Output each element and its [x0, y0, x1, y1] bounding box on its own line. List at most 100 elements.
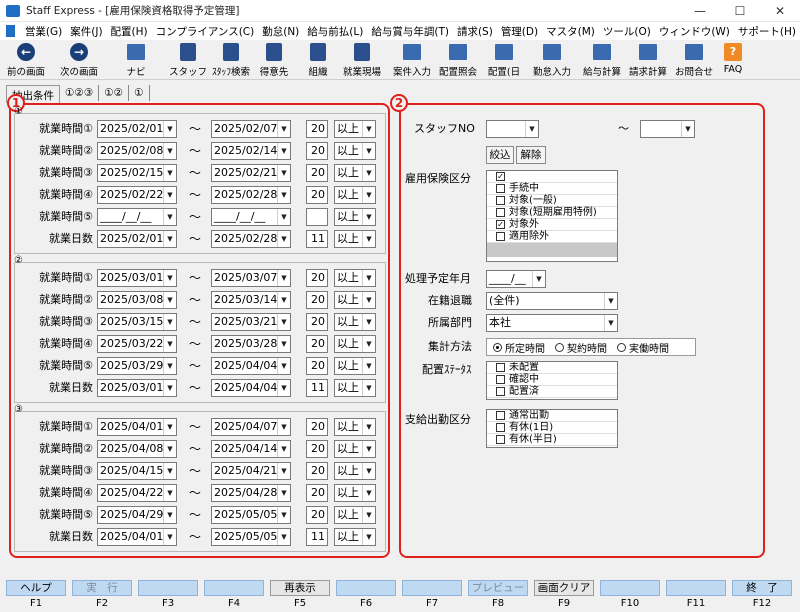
- function-key-f1[interactable]: ヘルプ: [6, 580, 66, 596]
- date-to-select[interactable]: 2025/02/28 ▼: [211, 230, 291, 248]
- date-to-select[interactable]: 2025/04/14 ▼: [211, 440, 291, 458]
- checkbox[interactable]: [496, 196, 505, 205]
- list-item[interactable]: 手続中: [487, 183, 617, 195]
- date-to-select[interactable]: 2025/03/21 ▼: [211, 313, 291, 331]
- threshold-input[interactable]: [306, 208, 328, 226]
- tab-12[interactable]: ①②: [99, 85, 130, 101]
- date-to-select[interactable]: 2025/04/07 ▼: [211, 418, 291, 436]
- date-to-select[interactable]: 2025/03/28 ▼: [211, 335, 291, 353]
- menu-haichi[interactable]: 配置(H): [107, 24, 152, 39]
- threshold-input[interactable]: 20: [306, 164, 328, 182]
- date-from-select[interactable]: 2025/04/01 ▼: [97, 528, 177, 546]
- function-key-f10[interactable]: [600, 580, 660, 596]
- payroll-button[interactable]: 給与計算: [580, 42, 624, 78]
- date-from-select[interactable]: 2025/02/08 ▼: [97, 142, 177, 160]
- date-from-select[interactable]: 2025/03/22 ▼: [97, 335, 177, 353]
- threshold-input[interactable]: 11: [306, 230, 328, 248]
- list-item[interactable]: 未配置: [487, 362, 617, 374]
- checkbox-checked[interactable]: ✓: [496, 172, 505, 181]
- date-to-select[interactable]: 2025/04/04 ▼: [211, 357, 291, 375]
- comparison-select[interactable]: 以上 ▼: [334, 186, 376, 204]
- date-to-select[interactable]: 2025/03/14 ▼: [211, 291, 291, 309]
- threshold-input[interactable]: 11: [306, 379, 328, 397]
- zaiseki-select[interactable]: (全件) ▼: [486, 292, 618, 310]
- tab-123[interactable]: ①②③: [60, 85, 100, 101]
- list-item[interactable]: 確認中: [487, 374, 617, 386]
- list-item[interactable]: ✓: [487, 171, 617, 183]
- contact-button[interactable]: お問合せ: [672, 42, 716, 78]
- menu-master[interactable]: マスタ(M): [542, 24, 599, 39]
- tab-1[interactable]: ①: [129, 85, 150, 101]
- billing-button[interactable]: 請求計算: [626, 42, 670, 78]
- function-key-f2[interactable]: 実 行: [72, 580, 132, 596]
- checkbox[interactable]: [496, 387, 505, 396]
- list-item[interactable]: 対象(一般): [487, 195, 617, 207]
- assign-button[interactable]: 配置(日: [484, 42, 524, 78]
- menu-anken[interactable]: 案件(J): [66, 24, 106, 39]
- date-to-select[interactable]: 2025/02/28 ▼: [211, 186, 291, 204]
- threshold-input[interactable]: 20: [306, 291, 328, 309]
- date-to-select[interactable]: 2025/02/14 ▼: [211, 142, 291, 160]
- date-to-select[interactable]: 2025/04/28 ▼: [211, 484, 291, 502]
- shori-select[interactable]: ____/__ ▼: [486, 270, 546, 288]
- menu-kanri[interactable]: 管理(D): [497, 24, 542, 39]
- threshold-input[interactable]: 20: [306, 313, 328, 331]
- list-item[interactable]: ✓ 対象外: [487, 219, 617, 231]
- comparison-select[interactable]: 以上 ▼: [334, 291, 376, 309]
- busho-select[interactable]: 本社 ▼: [486, 314, 618, 332]
- comparison-select[interactable]: 以上 ▼: [334, 335, 376, 353]
- comparison-select[interactable]: 以上 ▼: [334, 269, 376, 287]
- comparison-select[interactable]: 以上 ▼: [334, 440, 376, 458]
- checkbox[interactable]: [496, 184, 505, 193]
- staff-no-to-select[interactable]: ▼: [640, 120, 695, 138]
- menu-support[interactable]: サポート(H): [734, 24, 800, 39]
- date-from-select[interactable]: 2025/02/22 ▼: [97, 186, 177, 204]
- menu-compliance[interactable]: コンプライアンス(C): [152, 24, 259, 39]
- staff-search-button[interactable]: ｽﾀｯﾌ検索: [208, 42, 254, 78]
- function-key-f8[interactable]: プレビュー: [468, 580, 528, 596]
- function-key-f5[interactable]: 再表示: [270, 580, 330, 596]
- staff-button[interactable]: スタッフ: [169, 42, 207, 78]
- threshold-input[interactable]: 20: [306, 335, 328, 353]
- date-from-select[interactable]: 2025/04/22 ▼: [97, 484, 177, 502]
- list-item[interactable]: 配置済: [487, 386, 617, 398]
- comparison-select[interactable]: 以上 ▼: [334, 418, 376, 436]
- function-key-f7[interactable]: [402, 580, 462, 596]
- function-key-f6[interactable]: [336, 580, 396, 596]
- function-key-f9[interactable]: 画面クリア: [534, 580, 594, 596]
- checkbox[interactable]: [496, 411, 505, 420]
- date-to-select[interactable]: 2025/05/05 ▼: [211, 506, 291, 524]
- comparison-select[interactable]: 以上 ▼: [334, 164, 376, 182]
- date-to-select[interactable]: 2025/02/07 ▼: [211, 120, 291, 138]
- comparison-select[interactable]: 以上 ▼: [334, 462, 376, 480]
- threshold-input[interactable]: 20: [306, 269, 328, 287]
- date-from-select[interactable]: 2025/04/01 ▼: [97, 418, 177, 436]
- staff-no-from-select[interactable]: ▼: [486, 120, 539, 138]
- list-item[interactable]: 有休(半日): [487, 434, 617, 446]
- list-item[interactable]: 適用除外: [487, 231, 617, 243]
- date-from-select[interactable]: ____/__/__ ▼: [97, 208, 177, 226]
- date-from-select[interactable]: 2025/03/29 ▼: [97, 357, 177, 375]
- list-item[interactable]: 通常出勤: [487, 410, 617, 422]
- assign-ref-button[interactable]: 配置照会: [436, 42, 480, 78]
- comparison-select[interactable]: 以上 ▼: [334, 484, 376, 502]
- date-from-select[interactable]: 2025/02/15 ▼: [97, 164, 177, 182]
- next-button[interactable]: → 次の画面: [54, 42, 104, 78]
- comparison-select[interactable]: 以上 ▼: [334, 208, 376, 226]
- checkbox[interactable]: [496, 208, 505, 217]
- checkbox[interactable]: [496, 232, 505, 241]
- comparison-select[interactable]: 以上 ▼: [334, 506, 376, 524]
- date-from-select[interactable]: 2025/02/01 ▼: [97, 230, 177, 248]
- date-from-select[interactable]: 2025/04/29 ▼: [97, 506, 177, 524]
- comparison-select[interactable]: 以上 ▼: [334, 357, 376, 375]
- comparison-select[interactable]: 以上 ▼: [334, 528, 376, 546]
- threshold-input[interactable]: 20: [306, 186, 328, 204]
- menu-window[interactable]: ウィンドウ(W): [655, 24, 734, 39]
- checkbox-checked[interactable]: ✓: [496, 220, 505, 229]
- maximize-button[interactable]: ☐: [720, 0, 760, 22]
- job-input-button[interactable]: 案件入力: [390, 42, 434, 78]
- org-button[interactable]: 組織: [300, 42, 336, 78]
- threshold-input[interactable]: 20: [306, 120, 328, 138]
- threshold-input[interactable]: 20: [306, 462, 328, 480]
- comparison-select[interactable]: 以上 ▼: [334, 120, 376, 138]
